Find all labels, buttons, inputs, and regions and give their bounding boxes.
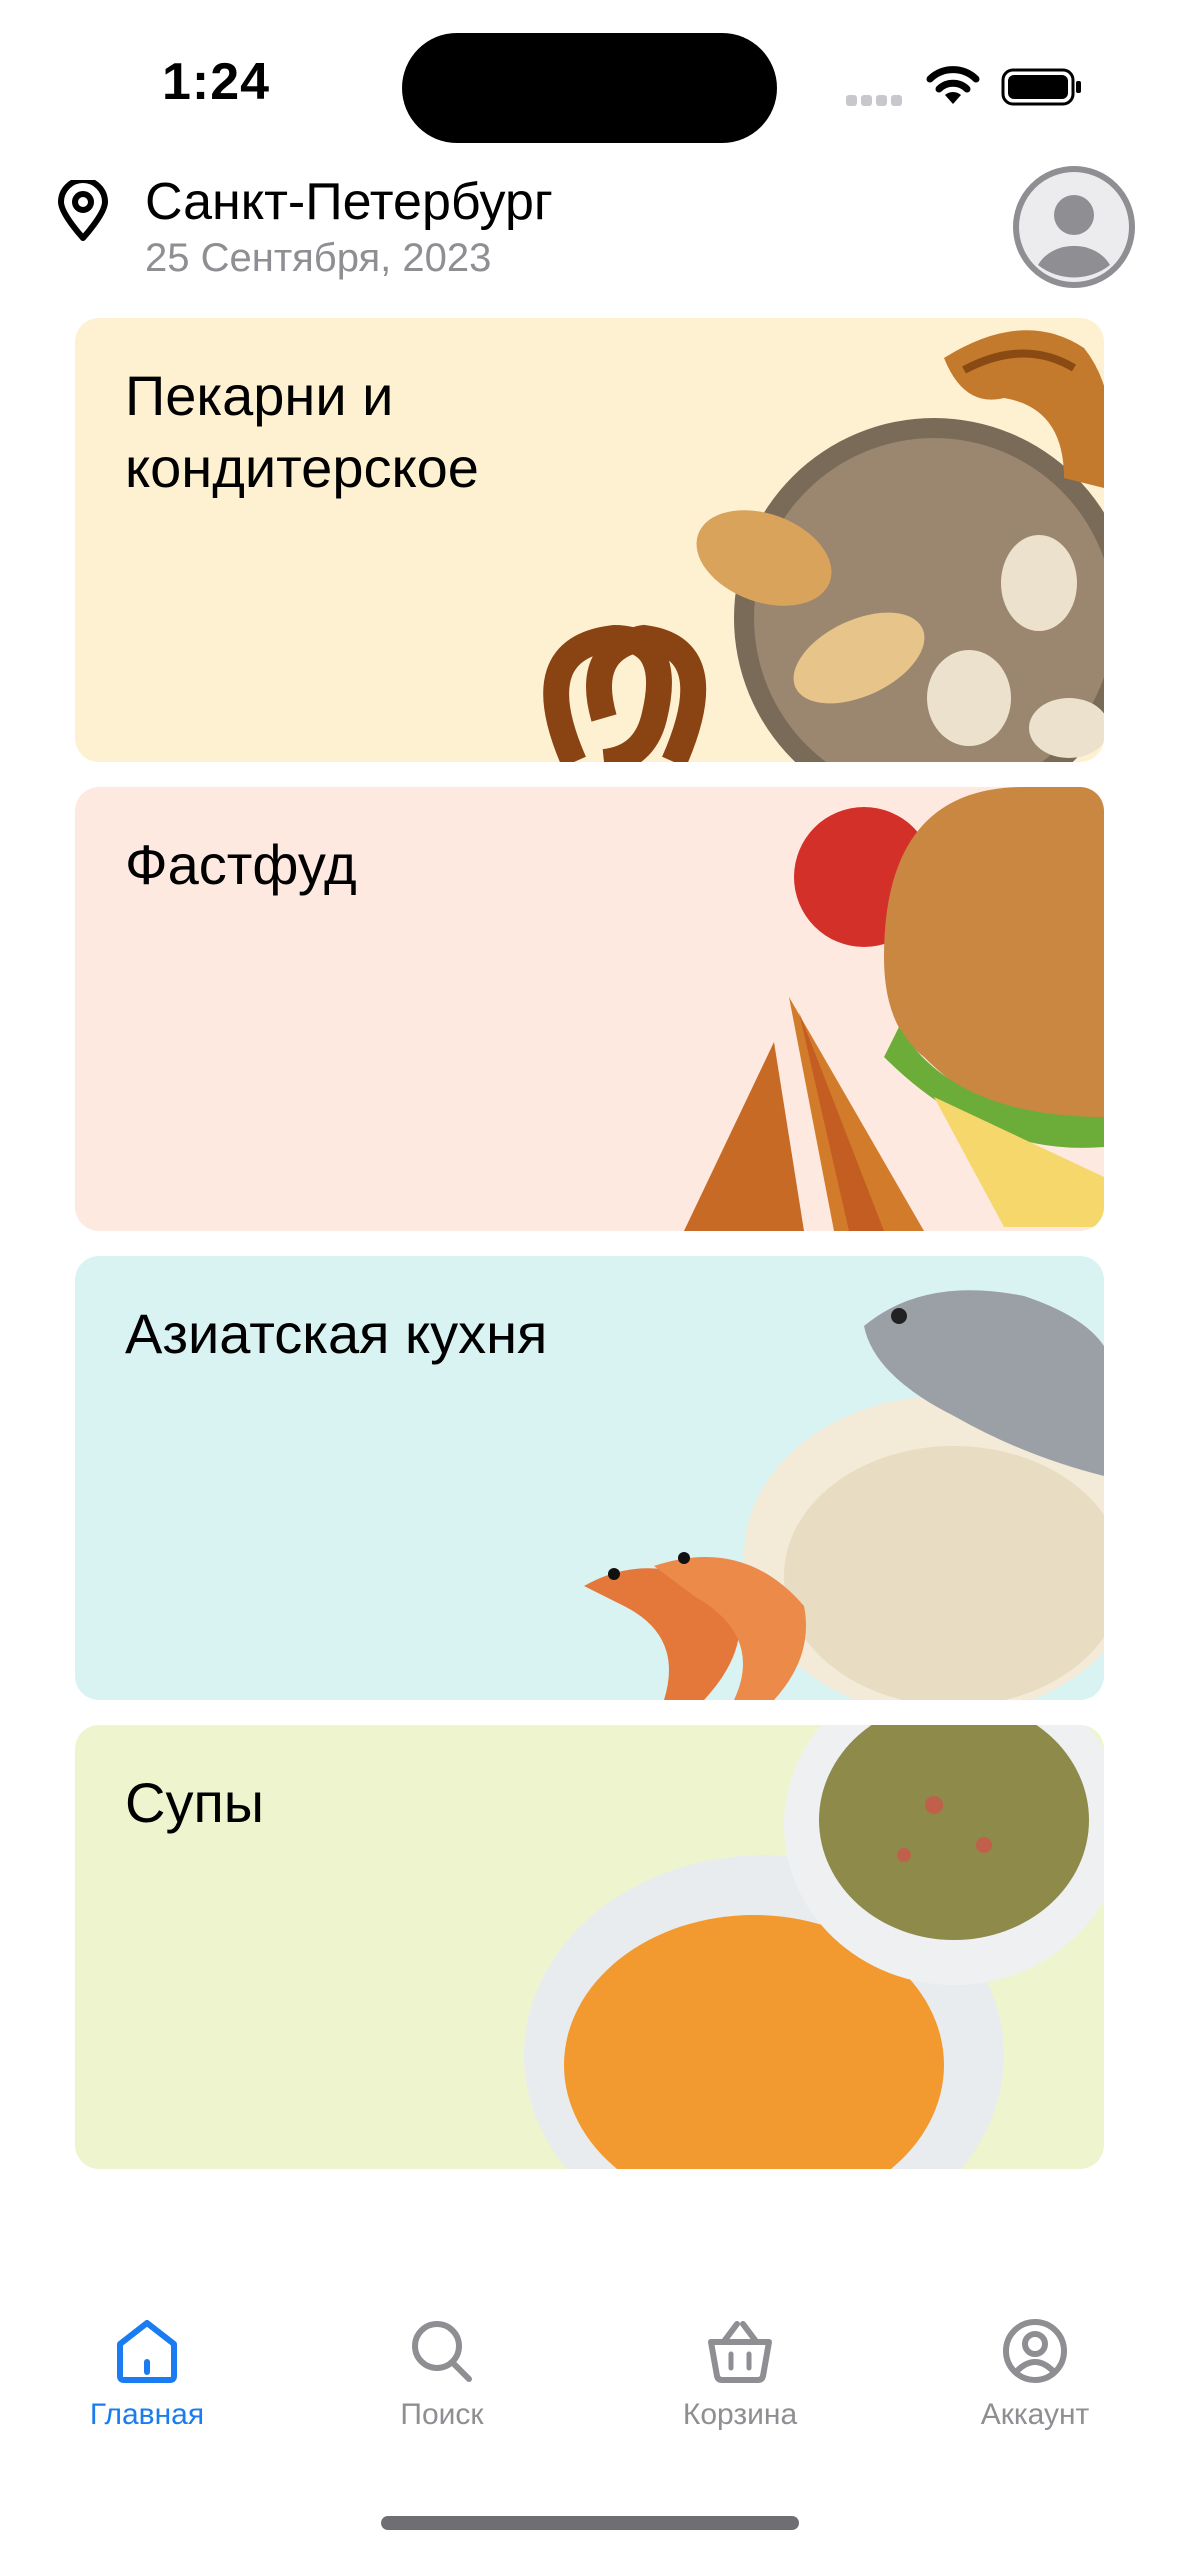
dynamic-island xyxy=(402,33,777,143)
bakery-image xyxy=(543,330,1104,762)
asian-cuisine-image xyxy=(584,1290,1104,1700)
status-time: 1:24 xyxy=(162,53,271,111)
soups-image xyxy=(524,1725,1104,2169)
category-title: Пекарни и кондитерское xyxy=(125,364,479,499)
category-card-bakery[interactable]: Пекарни и кондитерское xyxy=(75,318,1104,762)
category-title: Супы xyxy=(125,1771,265,1834)
basket-icon xyxy=(708,2321,772,2383)
wifi-icon xyxy=(926,66,980,104)
tab-label: Главная xyxy=(89,2398,205,2431)
search-icon xyxy=(412,2321,472,2382)
avatar[interactable] xyxy=(1012,165,1136,289)
category-card-asian[interactable]: Азиатская кухня xyxy=(75,1256,1104,1700)
tab-account[interactable]: Аккаунт xyxy=(935,2318,1135,2432)
tab-home[interactable]: Главная xyxy=(47,2318,247,2432)
account-icon xyxy=(1003,2319,1067,2383)
tab-label: Корзина xyxy=(682,2398,798,2431)
tab-label: Аккаунт xyxy=(980,2398,1090,2431)
battery-icon xyxy=(1001,68,1081,106)
category-card-soups[interactable]: Супы xyxy=(75,1725,1104,2169)
cellular-signal-icon xyxy=(846,93,906,111)
tab-search[interactable]: Поиск xyxy=(342,2318,542,2432)
tab-cart[interactable]: Корзина xyxy=(640,2318,840,2432)
category-card-fastfood[interactable]: Фастфуд xyxy=(75,787,1104,1231)
home-icon xyxy=(117,2320,177,2383)
category-title: Азиатская кухня xyxy=(125,1302,548,1365)
fastfood-image xyxy=(684,787,1104,1231)
city-name: Санкт-Петербург xyxy=(145,173,553,231)
home-indicator[interactable] xyxy=(381,2516,799,2530)
tab-label: Поиск xyxy=(400,2398,484,2431)
current-date: 25 Сентября, 2023 xyxy=(145,236,492,280)
location-pin-icon xyxy=(58,180,108,241)
category-title: Фастфуд xyxy=(125,833,357,896)
